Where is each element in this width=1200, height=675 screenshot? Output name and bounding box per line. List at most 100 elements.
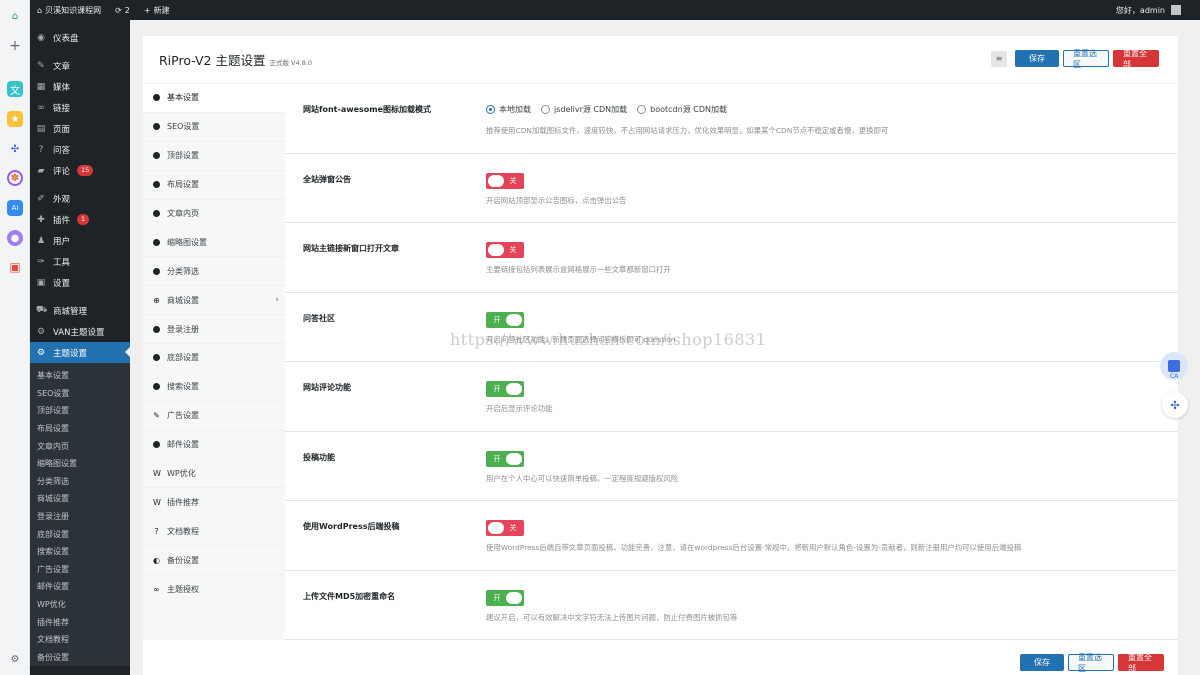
setting-description: 开启后显示评论功能	[486, 404, 553, 413]
reset-all-button[interactable]: 重置全部	[1113, 49, 1159, 69]
section-nav-item[interactable]: 基本设置	[143, 84, 285, 113]
menu-users[interactable]: ♟ 用户	[30, 230, 130, 251]
toggle-knob	[506, 591, 522, 604]
menu-media[interactable]: ▦ 媒体	[30, 76, 130, 97]
submenu-item[interactable]: 布局设置	[30, 420, 130, 438]
section-nav-item[interactable]: W 插件推荐	[143, 488, 285, 518]
menu-pages[interactable]: ▤ 页面	[30, 118, 130, 139]
reset-all-button-bottom[interactable]: 重置全部	[1118, 653, 1164, 673]
section-nav-item[interactable]: ◐ 备份设置	[143, 546, 285, 576]
section-nav-item[interactable]: 缩略图设置	[143, 228, 285, 258]
menu-plugins[interactable]: ✚ 插件 1	[30, 209, 130, 230]
updates-link[interactable]: ⟳ 2	[108, 0, 137, 20]
nav-item-icon	[153, 94, 160, 102]
section-nav-item[interactable]: ∞ 主题授权	[143, 575, 285, 605]
expand-all-icon[interactable]: ≡	[991, 50, 1007, 67]
submenu-item[interactable]: 备份设置	[30, 649, 130, 667]
section-nav-item[interactable]: 顶部设置	[143, 142, 285, 171]
section-nav-item[interactable]: 登录注册	[143, 315, 285, 345]
palette-icon[interactable]: ✽	[7, 170, 23, 186]
network-icon[interactable]: ✣	[1162, 392, 1188, 418]
translate-icon[interactable]: 文	[7, 81, 23, 97]
menu-tools[interactable]: ✑ 工具	[30, 251, 130, 272]
new-content-link[interactable]: + 新建	[137, 0, 177, 20]
section-nav-item[interactable]: 底部设置	[143, 344, 285, 373]
section-nav-item[interactable]: 分类筛选	[143, 257, 285, 287]
section-nav-item[interactable]: 文章内页	[143, 200, 285, 229]
nav-item-label: 底部设置	[167, 353, 199, 363]
menu-theme-settings[interactable]: ⚙ 主题设置	[30, 342, 130, 363]
toggle-label: 开	[493, 454, 501, 463]
save-button[interactable]: 保存	[1015, 50, 1059, 67]
network-icon[interactable]: ✣	[7, 141, 23, 157]
ai-icon[interactable]: AI	[7, 200, 23, 216]
nav-item-icon: ◐	[153, 555, 160, 565]
submission-toggle[interactable]: 开	[486, 450, 524, 467]
menu-qa[interactable]: ? 问答	[30, 139, 130, 160]
submenu-item[interactable]: 商城设置	[30, 490, 130, 508]
submenu-item[interactable]: 文章内页	[30, 437, 130, 455]
submenu-item[interactable]: 插件推荐	[30, 613, 130, 631]
radio-button[interactable]	[541, 105, 550, 114]
pin-icon: ✎	[37, 60, 45, 71]
section-nav-item[interactable]: ⊕ 商城设置 ›	[143, 286, 285, 316]
game-icon[interactable]: ▣	[7, 259, 23, 275]
radio-bootcdn[interactable]: bootcdn源 CDN加载	[637, 104, 727, 115]
radio-button[interactable]	[486, 105, 495, 114]
site-home-link[interactable]: ⌂ 贝溪知识课程网	[30, 0, 108, 20]
radio-local[interactable]: 本地加载	[486, 104, 531, 115]
settings-icon[interactable]: ⚙	[7, 651, 23, 667]
menu-appearance[interactable]: ✐ 外观	[30, 188, 130, 209]
toggle-label: 开	[493, 315, 501, 324]
comment-icon: ▰	[37, 165, 45, 176]
qa-toggle[interactable]: 开	[486, 311, 524, 328]
submenu-item[interactable]: 广告设置	[30, 561, 130, 579]
section-nav-item[interactable]: ? 文档教程	[143, 517, 285, 547]
menu-posts[interactable]: ✎ 文章	[30, 55, 130, 76]
nav-item-icon	[153, 354, 160, 362]
chat-icon[interactable]: ●	[7, 230, 23, 246]
wp-backend-toggle[interactable]: 关	[486, 520, 524, 536]
submenu-item[interactable]: 缩略图设置	[30, 455, 130, 473]
submenu-item[interactable]: 基本设置	[30, 367, 130, 385]
section-nav-item[interactable]: W WP优化	[143, 460, 285, 489]
section-nav-item[interactable]: ✎ 广告设置	[143, 402, 285, 431]
menu-dashboard[interactable]: ◉ 仪表盘	[30, 27, 130, 48]
section-nav-item[interactable]: 搜索设置	[143, 373, 285, 402]
menu-settings[interactable]: ▣ 设置	[30, 272, 130, 293]
submenu-item[interactable]: WP优化	[30, 596, 130, 614]
page-scrollbar[interactable]	[1190, 20, 1200, 675]
popup-toggle[interactable]: 关	[486, 172, 524, 189]
submenu-item[interactable]: 登录注册	[30, 508, 130, 526]
submenu-item[interactable]: 文档教程	[30, 631, 130, 649]
section-nav-item[interactable]: SEO设置	[143, 113, 285, 142]
new-window-toggle[interactable]: 关	[486, 242, 524, 258]
reset-section-button[interactable]: 重置选区	[1063, 49, 1109, 69]
menu-shop[interactable]: ⛟ 商城管理	[30, 300, 130, 321]
comments-toggle[interactable]: 开	[486, 381, 524, 397]
account-menu[interactable]: 您好，admin	[1109, 0, 1188, 20]
reset-section-button-bottom[interactable]: 重置选区	[1068, 653, 1114, 673]
section-nav-item[interactable]: 布局设置	[143, 171, 285, 200]
radio-jsdelivr[interactable]: jsdelivr源 CDN加载	[541, 104, 627, 115]
submenu-item[interactable]: 底部设置	[30, 525, 130, 543]
md5-toggle[interactable]: 开	[486, 589, 524, 606]
home-icon[interactable]: ⌂	[7, 8, 23, 24]
menu-van[interactable]: ⚙ VAN主题设置	[30, 321, 130, 342]
save-button-bottom[interactable]: 保存	[1020, 654, 1064, 671]
submenu-item[interactable]: SEO设置	[30, 385, 130, 403]
menu-comments[interactable]: ▰ 评论 15	[30, 160, 130, 181]
setting-label: 网站评论功能	[303, 383, 351, 392]
plus-icon[interactable]: +	[7, 38, 23, 54]
nav-item-label: SEO设置	[167, 122, 200, 132]
submenu-item[interactable]: 顶部设置	[30, 402, 130, 420]
section-nav-item[interactable]: 邮件设置	[143, 431, 285, 460]
radio-button[interactable]	[637, 105, 647, 114]
star-icon[interactable]: ★	[7, 111, 23, 127]
nav-item-label: 文档教程	[167, 526, 199, 536]
submenu-item[interactable]: 邮件设置	[30, 578, 130, 596]
radio-label: bootcdn源 CDN加载	[650, 105, 727, 114]
submenu-item[interactable]: 搜索设置	[30, 543, 130, 561]
submenu-item[interactable]: 分类筛选	[30, 473, 130, 491]
menu-links[interactable]: ∞ 链接	[30, 97, 130, 118]
